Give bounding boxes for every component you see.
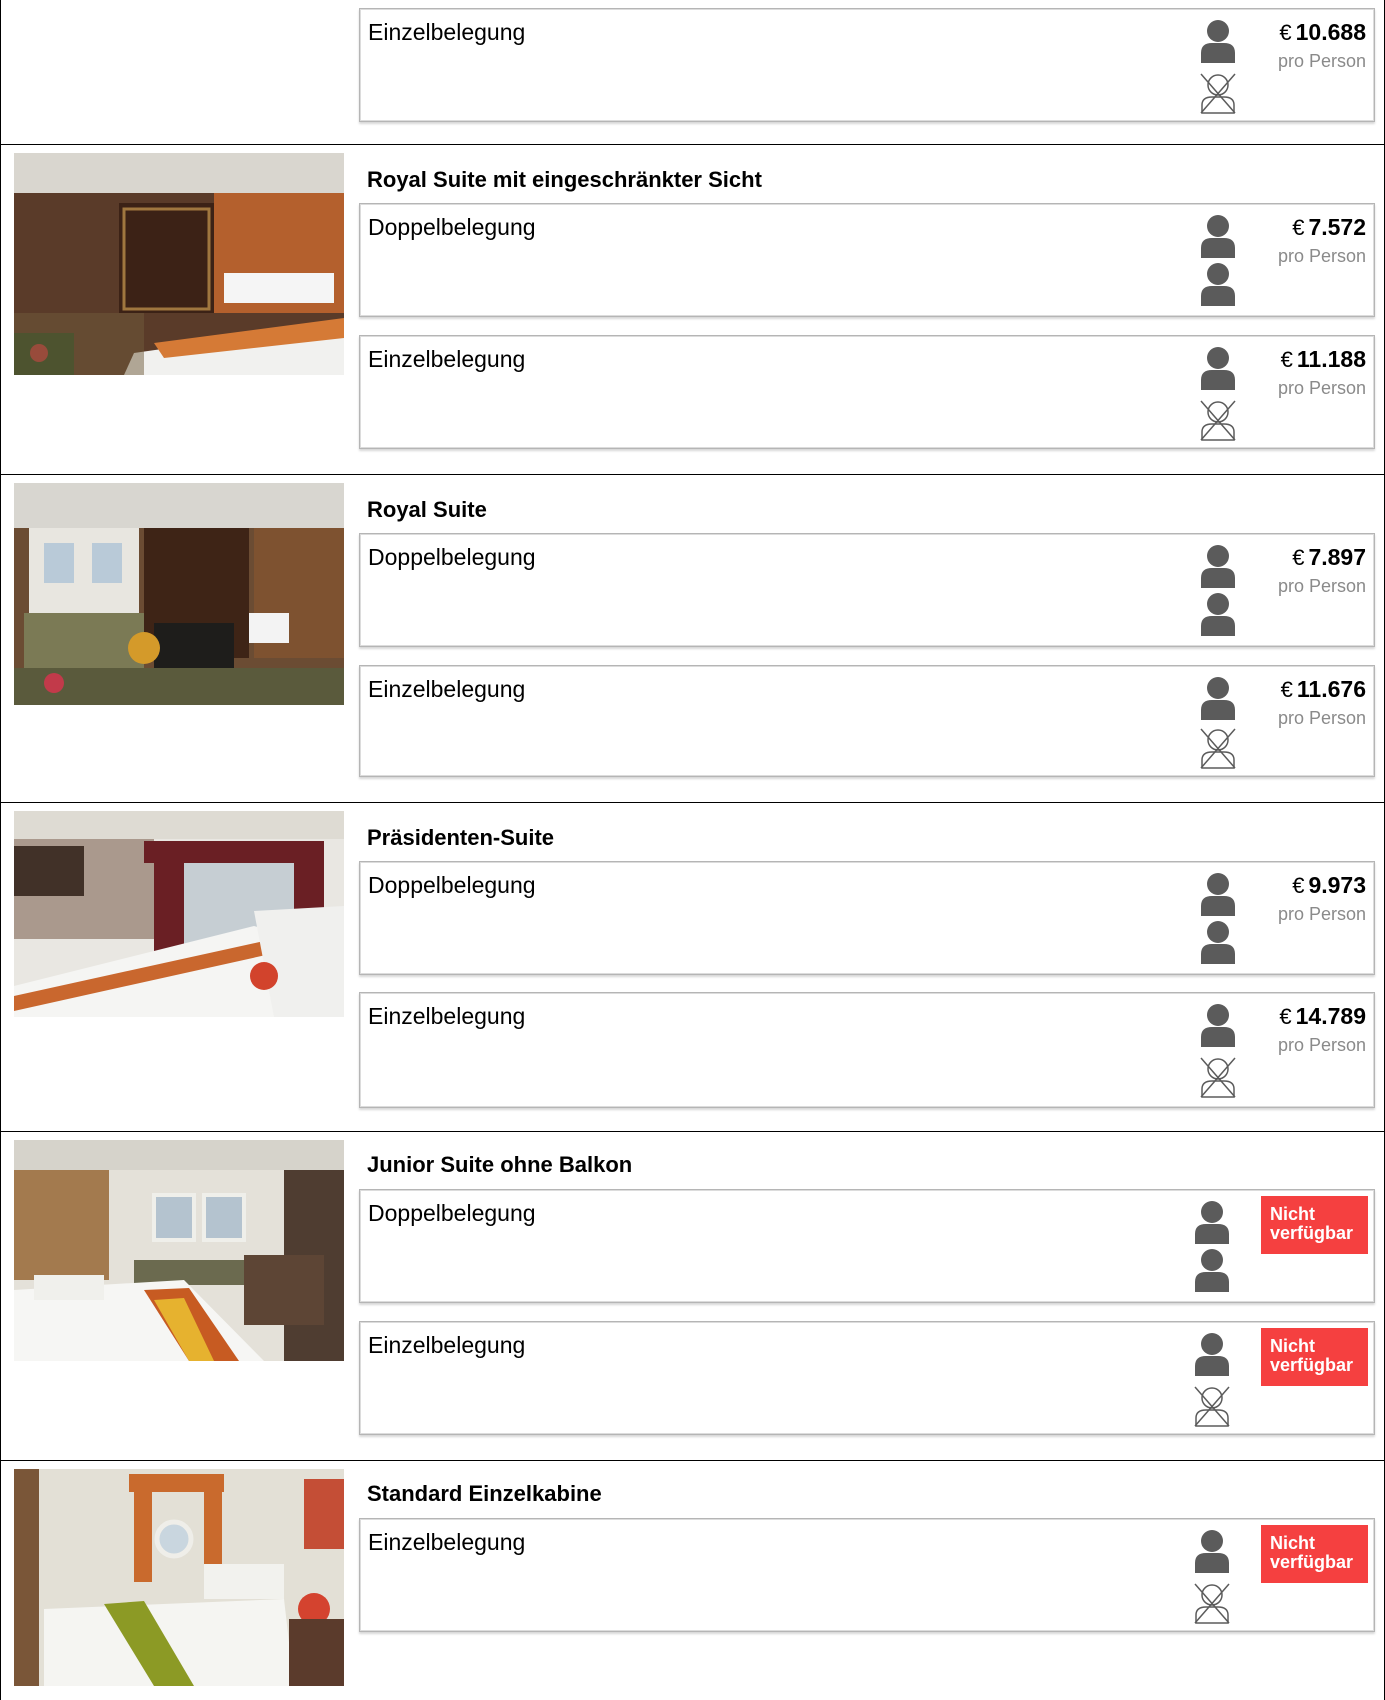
price-amount: €9.973	[1278, 872, 1366, 899]
cabin-section: Standard Einzelkabine Einzelbelegung Nic…	[0, 1461, 1385, 1686]
price-block: €7.572 pro Person	[1278, 214, 1366, 267]
unavailable-badge: Nicht verfügbar	[1261, 1525, 1368, 1583]
occupancy-option[interactable]: Einzelbelegung Nicht verfügbar	[359, 1518, 1375, 1632]
occupancy-option[interactable]: Doppelbelegung Nicht verfügbar	[359, 1189, 1375, 1303]
person-icon	[1198, 920, 1238, 964]
occupancy-label: Doppelbelegung	[368, 872, 536, 898]
unavailable-badge: Nicht verfügbar	[1261, 1328, 1368, 1386]
price-amount: €7.572	[1278, 214, 1366, 241]
occupancy-label: Doppelbelegung	[368, 1200, 536, 1226]
price-unit: pro Person	[1277, 708, 1366, 728]
no-person-icon	[1198, 71, 1238, 115]
occupancy-label: Doppelbelegung	[368, 214, 536, 240]
person-icon	[1192, 1332, 1232, 1376]
cabin-title: Junior Suite ohne Balkon	[367, 1152, 633, 1177]
cabin-photo[interactable]	[14, 153, 344, 375]
price-value: 10.688	[1295, 19, 1366, 45]
person-icon	[1192, 1529, 1232, 1573]
price-value: 7.572	[1308, 214, 1366, 240]
price-block: €7.897 pro Person	[1278, 544, 1366, 597]
person-icon	[1198, 872, 1238, 916]
person-icon	[1198, 544, 1238, 588]
occupancy-label: Einzelbelegung	[368, 346, 526, 372]
price-value: 11.676	[1296, 676, 1366, 702]
cabin-section: Junior Suite ohne Balkon Doppelbelegung …	[0, 1132, 1385, 1462]
price-unit: pro Person	[1277, 246, 1366, 266]
currency-symbol: €	[1280, 347, 1293, 372]
person-icon	[1192, 1248, 1232, 1292]
cabin-section: Royal Suite mit eingeschränkter Sicht Do…	[0, 145, 1385, 475]
no-person-icon	[1198, 726, 1238, 770]
occupancy-option[interactable]: Doppelbelegung €9.973 pro Person	[359, 861, 1375, 975]
price-amount: €10.688	[1278, 19, 1366, 46]
price-amount: €11.188	[1278, 346, 1366, 373]
occupancy-option[interactable]: Einzelbelegung €14.789 pro Person	[359, 992, 1375, 1108]
occupancy-label: Einzelbelegung	[368, 1332, 526, 1358]
cabin-section: Einzelbelegung €10.688 pro Person	[0, 0, 1385, 145]
price-value: 9.973	[1308, 872, 1366, 898]
person-icon	[1198, 346, 1238, 390]
no-person-icon	[1192, 1384, 1232, 1428]
no-person-icon	[1198, 398, 1238, 442]
occupancy-option[interactable]: Einzelbelegung Nicht verfügbar	[359, 1321, 1375, 1435]
price-amount: €7.897	[1278, 544, 1366, 571]
price-amount: €14.789	[1278, 1003, 1366, 1030]
occupancy-option[interactable]: Einzelbelegung €10.688 pro Person	[359, 8, 1375, 122]
price-value: 14.789	[1295, 1003, 1366, 1029]
price-block: €11.188 pro Person	[1278, 346, 1366, 399]
price-unit: pro Person	[1277, 904, 1366, 924]
person-icon	[1198, 1003, 1238, 1047]
occupancy-option[interactable]: Einzelbelegung €11.676 pro Person	[359, 665, 1375, 777]
currency-symbol: €	[1279, 20, 1292, 45]
cabin-photo[interactable]	[14, 811, 344, 1017]
price-unit: pro Person	[1277, 378, 1366, 398]
person-icon	[1198, 676, 1238, 720]
occupancy-option[interactable]: Einzelbelegung €11.188 pro Person	[359, 335, 1375, 449]
person-icon	[1198, 214, 1238, 258]
occupancy-label: Einzelbelegung	[368, 1529, 526, 1555]
person-icon	[1198, 592, 1238, 636]
occupancy-option[interactable]: Doppelbelegung €7.897 pro Person	[359, 533, 1375, 647]
price-value: 11.188	[1296, 346, 1366, 372]
price-value: 7.897	[1308, 544, 1366, 570]
no-person-icon	[1192, 1581, 1232, 1625]
price-block: €10.688 pro Person	[1278, 19, 1366, 72]
currency-symbol: €	[1292, 215, 1305, 240]
price-unit: pro Person	[1277, 51, 1366, 71]
cabin-photo[interactable]	[14, 483, 344, 705]
currency-symbol: €	[1292, 545, 1305, 570]
price-unit: pro Person	[1277, 576, 1366, 596]
cabin-title: Präsidenten-Suite	[367, 825, 555, 850]
price-unit: pro Person	[1277, 1035, 1366, 1055]
cabin-title: Standard Einzelkabine	[367, 1481, 602, 1506]
currency-symbol: €	[1280, 677, 1293, 702]
price-amount: €11.676	[1278, 676, 1366, 703]
unavailable-badge: Nicht verfügbar	[1261, 1196, 1368, 1254]
price-block: €11.676 pro Person	[1278, 676, 1366, 729]
person-icon	[1192, 1200, 1232, 1244]
person-icon	[1198, 19, 1238, 63]
occupancy-label: Einzelbelegung	[368, 676, 526, 702]
occupancy-label: Doppelbelegung	[368, 544, 536, 570]
cabin-section: Präsidenten-Suite Doppelbelegung €9.973 …	[0, 803, 1385, 1133]
cabin-photo[interactable]	[14, 1140, 344, 1361]
price-block: €14.789 pro Person	[1278, 1003, 1366, 1056]
occupancy-option[interactable]: Doppelbelegung €7.572 pro Person	[359, 203, 1375, 317]
cabin-photo[interactable]	[14, 1469, 344, 1686]
occupancy-label: Einzelbelegung	[368, 1003, 526, 1029]
cabin-title: Royal Suite mit eingeschränkter Sicht	[367, 167, 762, 192]
cabin-section: Royal Suite Doppelbelegung €7.897 pro Pe…	[0, 475, 1385, 803]
currency-symbol: €	[1279, 1004, 1292, 1029]
no-person-icon	[1198, 1055, 1238, 1099]
occupancy-label: Einzelbelegung	[368, 19, 526, 45]
person-icon	[1198, 262, 1238, 306]
price-block: €9.973 pro Person	[1278, 872, 1366, 925]
currency-symbol: €	[1292, 873, 1305, 898]
cabin-title: Royal Suite	[367, 497, 487, 522]
